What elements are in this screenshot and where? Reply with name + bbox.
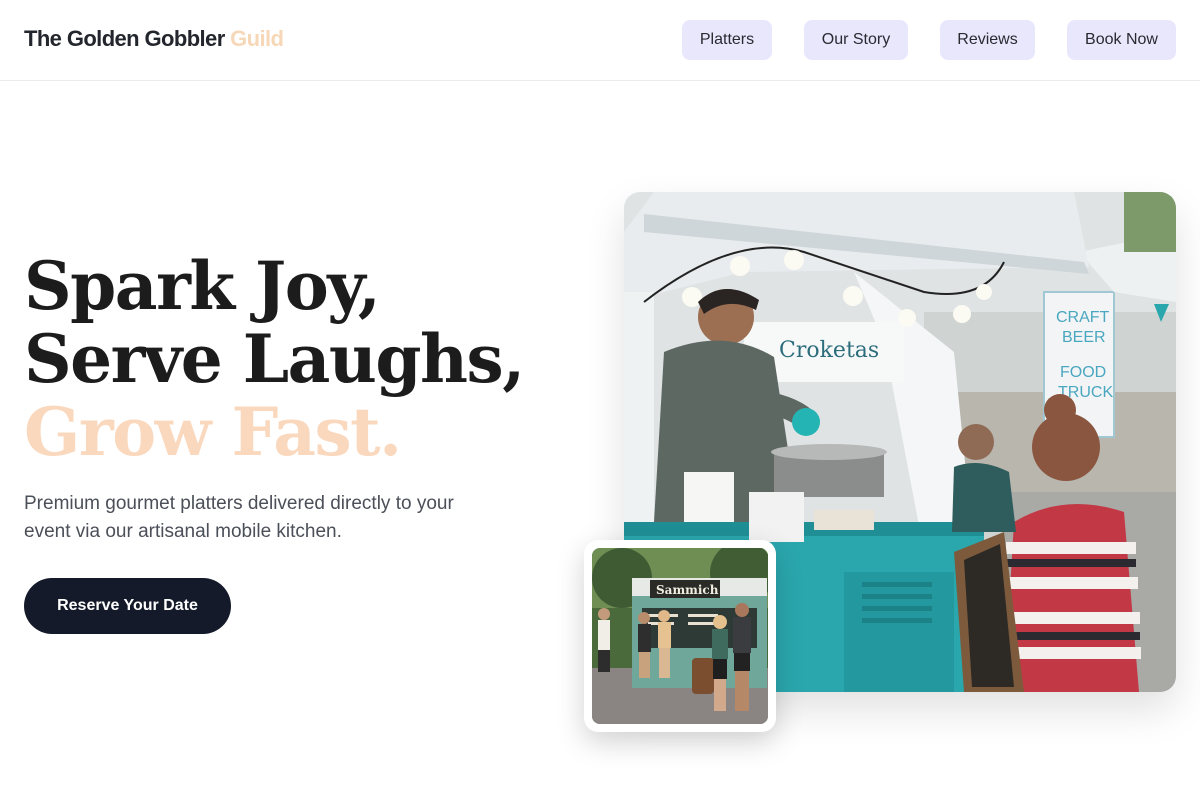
hero-headline: Spark Joy, Serve Laughs, Grow Fast.	[24, 247, 525, 471]
reserve-date-button[interactable]: Reserve Your Date	[24, 578, 231, 634]
nav-our-story-button[interactable]: Our Story	[804, 20, 908, 60]
inset-photo-frame: Sammich	[584, 540, 776, 732]
brand-name: The Golden Gobbler	[24, 26, 225, 51]
nav-reviews-button[interactable]: Reviews	[940, 20, 1035, 60]
brand-name-accent: Guild	[230, 26, 284, 51]
site-header: The Golden Gobbler Guild Platters Our St…	[0, 0, 1200, 81]
truck-sign-sammich: Sammich	[656, 583, 719, 597]
headline-line-3: Grow Fast.	[24, 393, 402, 471]
svg-text:FOOD: FOOD	[1060, 364, 1106, 381]
svg-text:CRAFT: CRAFT	[1056, 309, 1110, 326]
truck-sign-croketas: Croketas	[779, 338, 879, 363]
nav-book-now-button[interactable]: Book Now	[1067, 20, 1176, 60]
hero-subtext: Premium gourmet platters delivered direc…	[24, 493, 454, 542]
brand-logo[interactable]: The Golden Gobbler Guild	[24, 26, 284, 52]
headline-line-1: Spark Joy,	[24, 247, 381, 325]
nav-platters-button[interactable]: Platters	[682, 20, 772, 60]
inset-photo-sammich-truck: Sammich	[592, 548, 768, 724]
svg-text:BEER: BEER	[1062, 329, 1106, 346]
headline-line-2: Serve Laughs,	[24, 320, 525, 398]
